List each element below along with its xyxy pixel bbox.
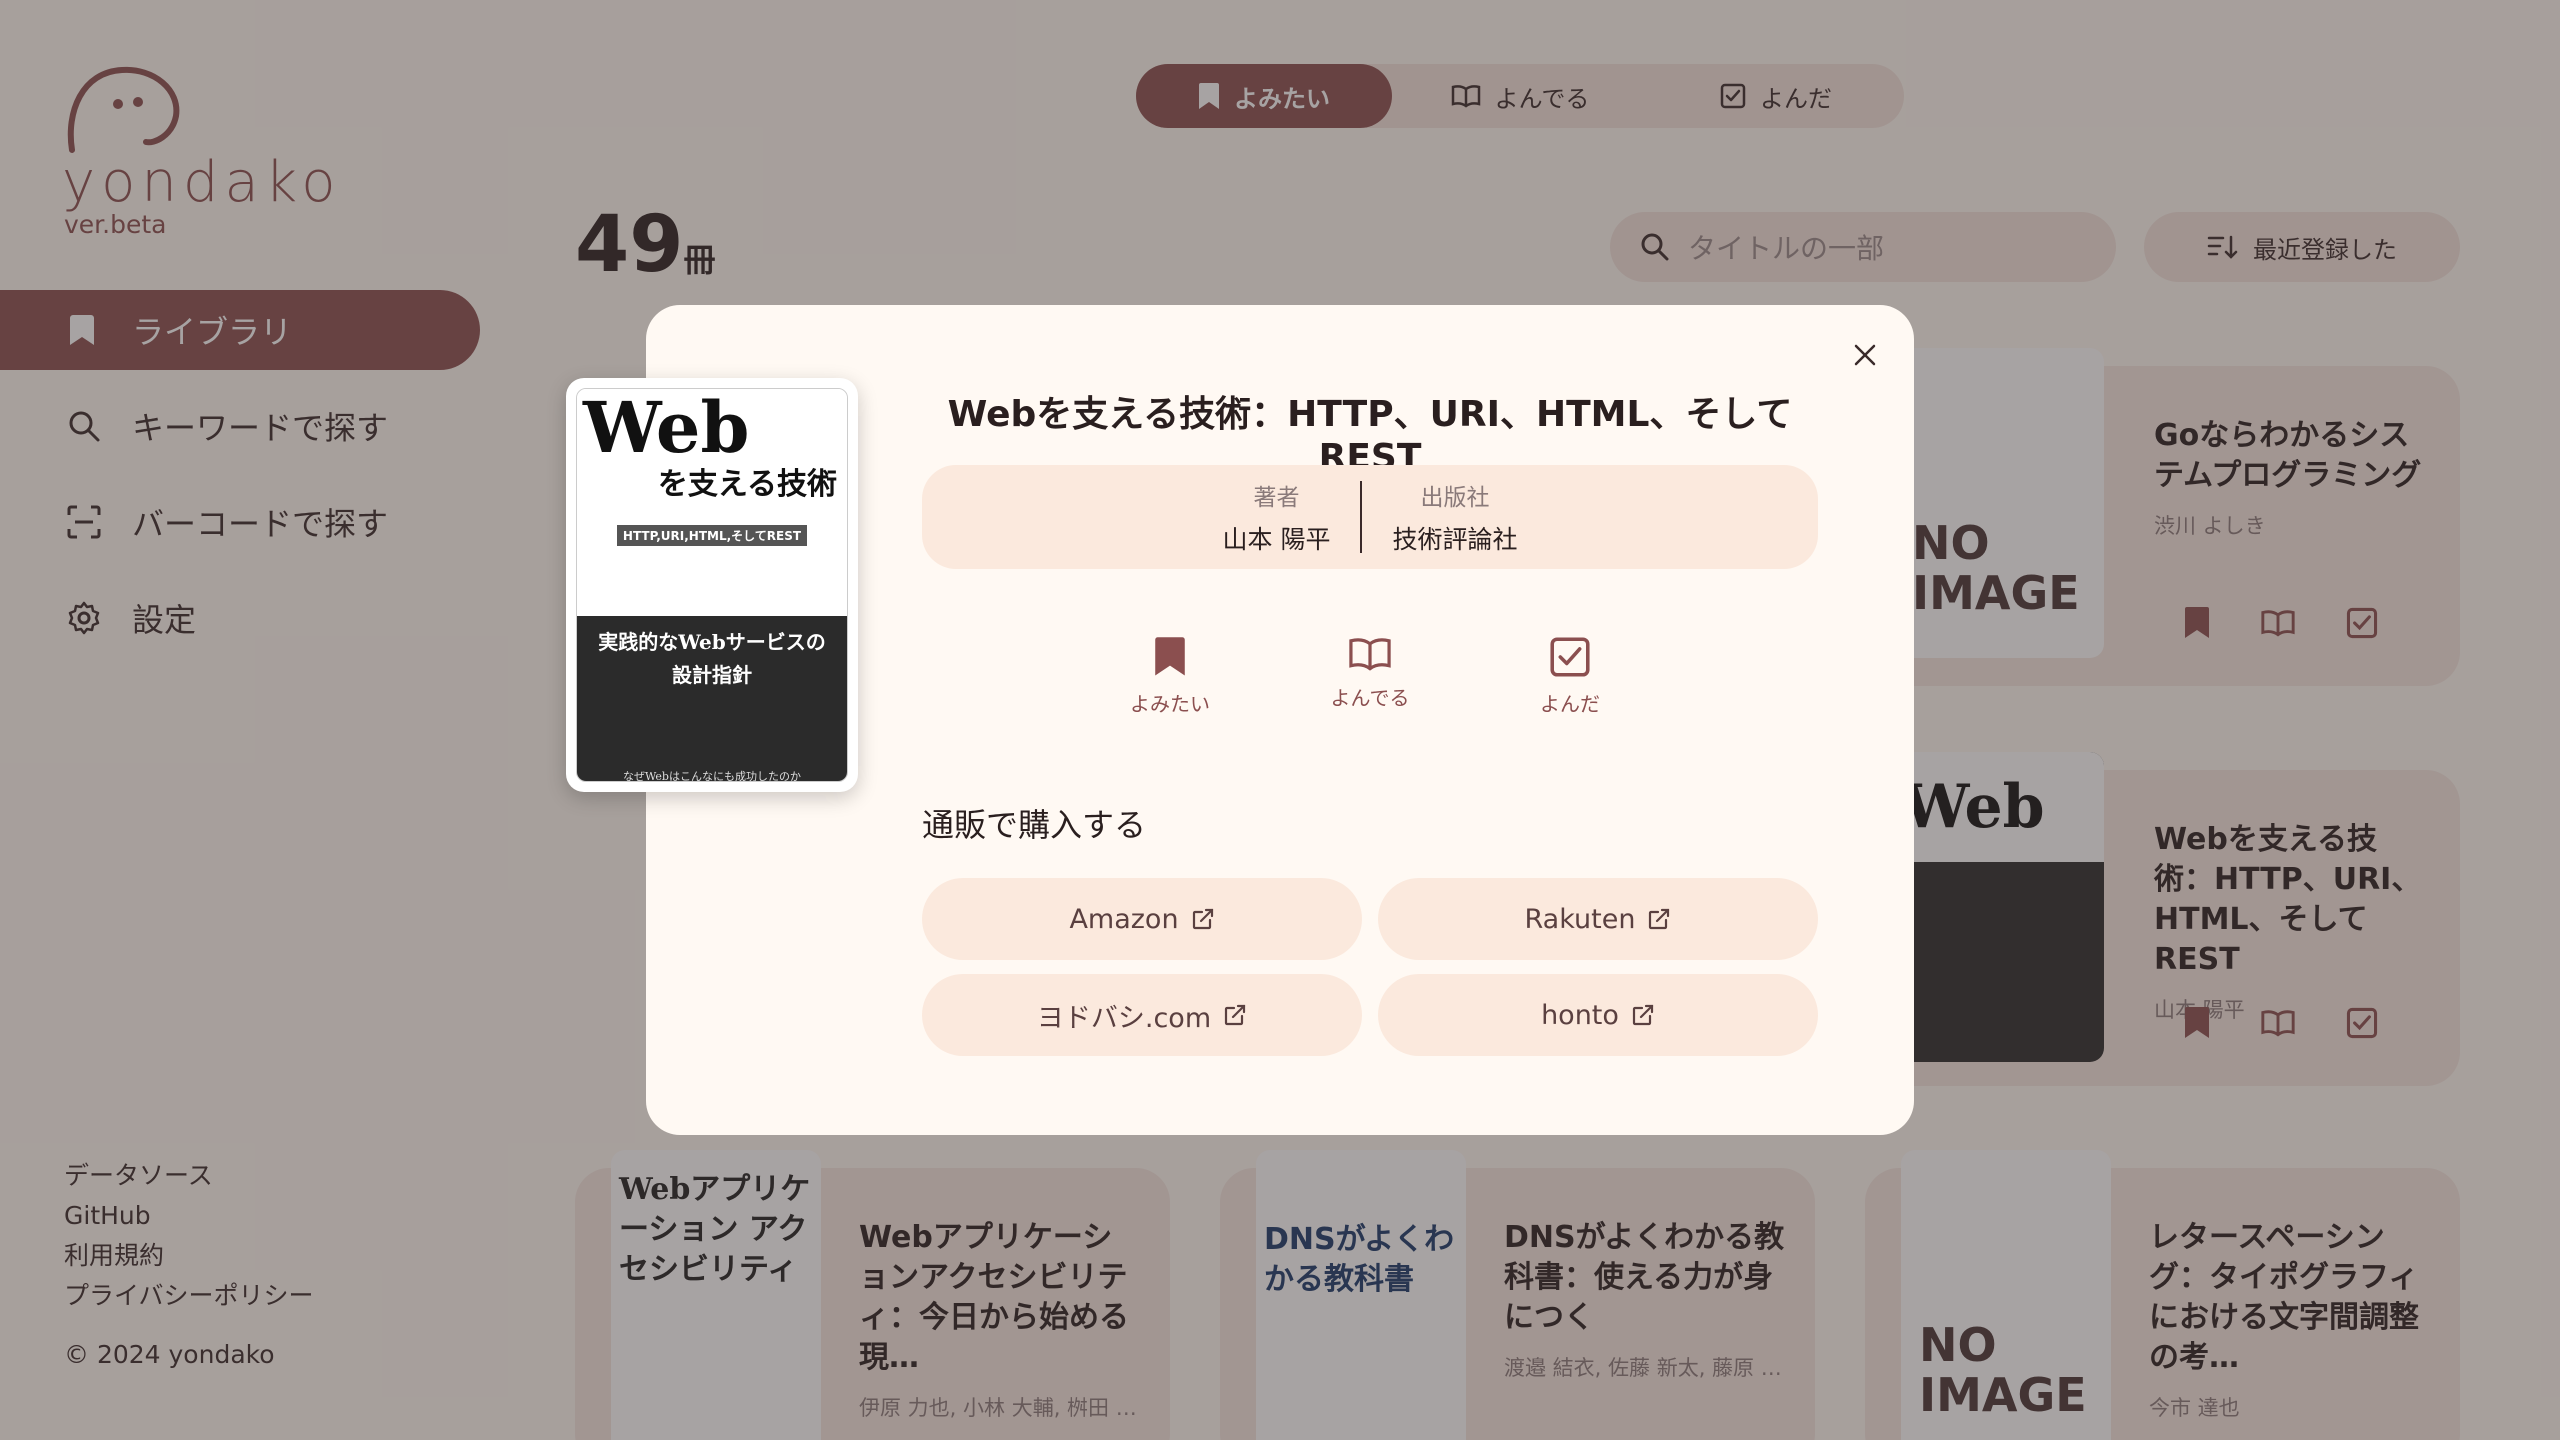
store-link-amazon[interactable]: Amazon: [922, 878, 1362, 960]
close-button[interactable]: [1846, 336, 1884, 374]
cover-art: Web を支える技術 HTTP,URI,HTML,そしてREST 実践的なWeb…: [576, 388, 848, 782]
open-book-icon: [1349, 638, 1391, 671]
status-label: よんでる: [1330, 686, 1410, 710]
cover-lower: 実践的なWebサービスの 設計指針 なぜWebはこんなにも成功したのか: [577, 616, 847, 782]
cover-foot: なぜWebはこんなにも成功したのか: [623, 770, 801, 782]
status-read-button[interactable]: よんだ: [1500, 636, 1640, 717]
publisher-label: 出版社: [1420, 485, 1490, 511]
store-label: ヨドバシ.com: [1036, 1002, 1212, 1034]
store-link-honto[interactable]: honto: [1378, 974, 1818, 1056]
store-links: Amazon Rakuten ヨドバシ.com honto: [922, 878, 1818, 1056]
store-label: Rakuten: [1524, 903, 1636, 935]
checkbox-icon: [1550, 637, 1590, 677]
external-link-icon: [1649, 908, 1670, 930]
book-meta: 著者 山本 陽平 出版社 技術評論社: [922, 465, 1818, 569]
reading-status-buttons: よみたい よんでる よんだ: [1100, 636, 1640, 717]
modal-book-cover: Web を支える技術 HTTP,URI,HTML,そしてREST 実践的なWeb…: [566, 378, 858, 792]
cover-web-text: Web: [583, 393, 841, 463]
status-reading-button[interactable]: よんでる: [1300, 636, 1440, 717]
store-link-rakuten[interactable]: Rakuten: [1378, 878, 1818, 960]
store-label: Amazon: [1069, 903, 1179, 935]
cover-lower-line1: 実践的なWebサービスの: [598, 630, 826, 654]
cover-band: HTTP,URI,HTML,そしてREST: [617, 525, 807, 546]
external-link-icon: [1192, 908, 1213, 930]
author-value[interactable]: 山本 陽平: [1223, 520, 1331, 556]
author-label: 著者: [1253, 485, 1300, 511]
buy-section-title: 通販で購入する: [922, 806, 1147, 844]
status-label: よんだ: [1540, 692, 1600, 716]
publisher-value[interactable]: 技術評論社: [1392, 520, 1517, 556]
external-link-icon: [1225, 1004, 1246, 1026]
publisher-block: 出版社 技術評論社: [1362, 478, 1547, 556]
status-want-to-read-button[interactable]: よみたい: [1100, 636, 1240, 717]
external-link-icon: [1632, 1004, 1654, 1026]
app-root: yondako ver.beta ライブラリ キーワードで探す バーコードで探す: [0, 0, 2560, 1440]
close-icon: [1854, 344, 1876, 366]
author-block: 著者 山本 陽平: [1193, 478, 1361, 556]
cover-lower-line2: 設計指針: [672, 663, 752, 687]
cover-word-web: Web: [583, 388, 750, 469]
cover-top: Web を支える技術: [577, 389, 847, 525]
bookmark-icon: [1155, 637, 1185, 676]
status-label: よみたい: [1130, 692, 1210, 716]
store-link-yodobashi[interactable]: ヨドバシ.com: [922, 974, 1362, 1056]
store-label: honto: [1541, 999, 1619, 1031]
